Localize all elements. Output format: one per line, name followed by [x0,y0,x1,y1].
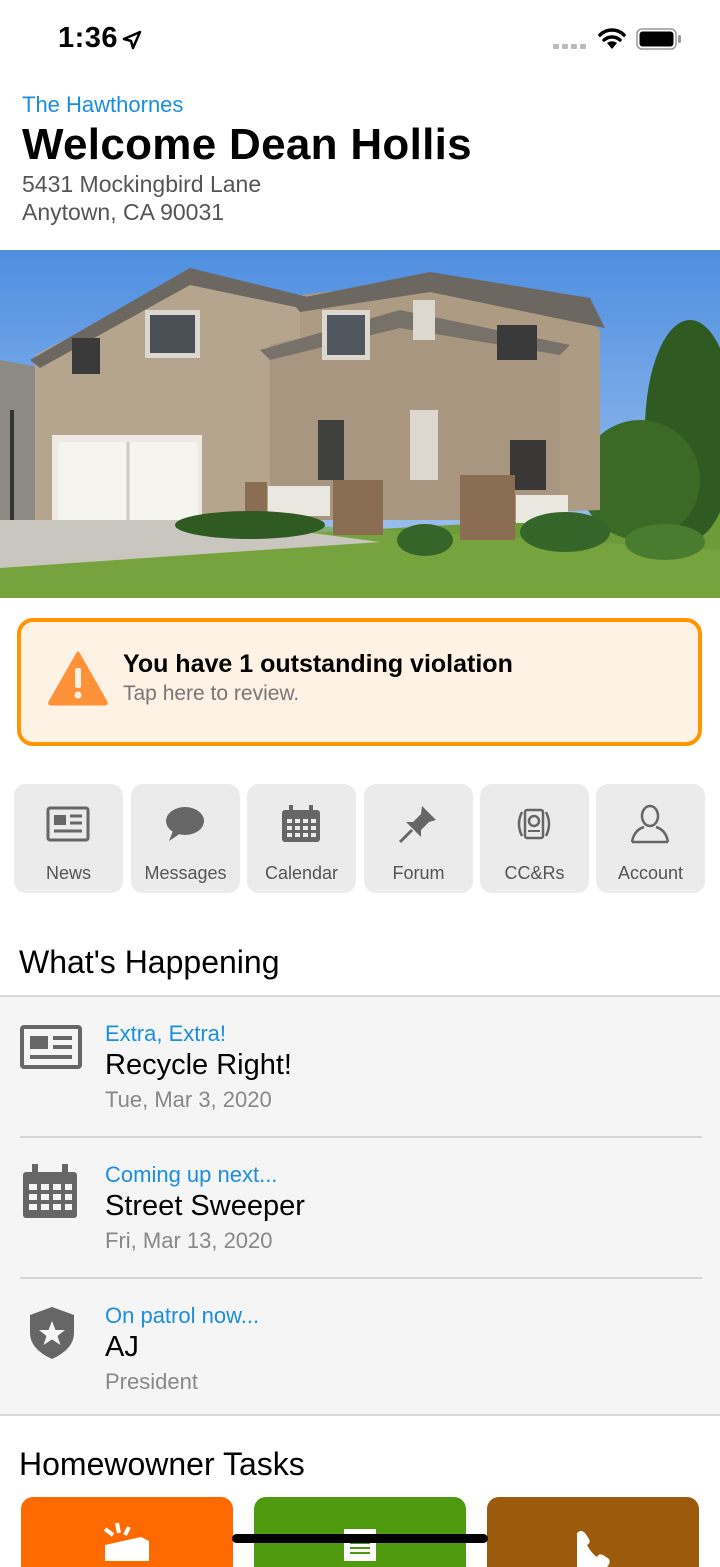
task-tile-documents[interactable] [254,1497,466,1567]
happening-title: AJ [105,1331,139,1363]
newspaper-icon [46,806,90,842]
violation-banner[interactable]: You have 1 outstanding violation Tap her… [17,618,702,746]
happening-item-news[interactable]: Extra, Extra! Recycle Right! Tue, Mar 3,… [20,997,702,1137]
welcome-title: Welcome Dean Hollis [22,120,472,169]
pushpin-icon [398,806,436,844]
calendar-button[interactable]: Calendar [247,784,356,893]
happening-kicker: Coming up next... [105,1162,278,1187]
whats-happening-list: Extra, Extra! Recycle Right! Tue, Mar 3,… [0,995,720,1416]
happening-title: Recycle Right! [105,1049,292,1081]
homeowner-tasks-title: Homewowner Tasks [19,1446,305,1482]
wifi-icon [598,28,626,49]
messages-label: Messages [144,863,227,883]
happening-date: Fri, Mar 13, 2020 [105,1228,273,1253]
ccrs-button[interactable]: CC&Rs [480,784,589,893]
happening-kicker: Extra, Extra! [105,1021,227,1046]
whats-happening-title: What's Happening [19,944,280,980]
person-icon [630,804,670,844]
news-button[interactable]: News [14,784,123,893]
violation-subtitle: Tap here to review. [123,682,300,705]
status-bar: 1:36 [0,0,720,80]
welcome-header: The Hawthornes Welcome Dean Hollis 5431 … [22,92,702,226]
shield-star-icon [30,1307,74,1359]
status-time: 1:36 [58,22,119,54]
certificate-icon [517,808,551,840]
messages-button[interactable]: Messages [131,784,240,893]
forum-button[interactable]: Forum [364,784,473,893]
warning-icon [48,651,108,706]
home-indicator[interactable] [232,1534,488,1543]
task-tile-report[interactable] [21,1497,233,1567]
happening-role: President [105,1369,198,1394]
newspaper-icon [20,1025,82,1069]
forum-label: Forum [392,863,445,883]
location-arrow-icon [122,30,142,50]
quick-links: News Messages Calendar Forum CC&Rs Accou… [14,784,706,894]
happening-date: Tue, Mar 3, 2020 [105,1087,272,1112]
phone-icon [577,1531,610,1567]
cellular-signal-icon [553,44,586,49]
happening-title: Street Sweeper [105,1190,305,1222]
calendar-icon [23,1164,77,1218]
account-button[interactable]: Account [596,784,705,893]
speech-bubble-icon [166,807,204,841]
whistle-icon [103,1522,149,1561]
community-name: The Hawthornes [22,92,184,117]
task-tile-contact[interactable] [487,1497,699,1567]
ccrs-label: CC&Rs [504,863,565,883]
happening-item-event[interactable]: Coming up next... Street Sweeper Fri, Ma… [20,1138,702,1278]
battery-icon [636,28,681,50]
violation-title: You have 1 outstanding violation [123,650,513,678]
happening-item-patrol[interactable]: On patrol now... AJ President [20,1279,702,1419]
calendar-label: Calendar [264,863,339,883]
calendar-icon [282,805,320,842]
address-line-1: 5431 Mockingbird Lane [22,171,262,197]
account-label: Account [617,863,684,883]
happening-kicker: On patrol now... [105,1303,260,1328]
news-label: News [45,863,91,883]
house-photo [0,250,720,598]
address-line-2: Anytown, CA 90031 [22,199,225,225]
